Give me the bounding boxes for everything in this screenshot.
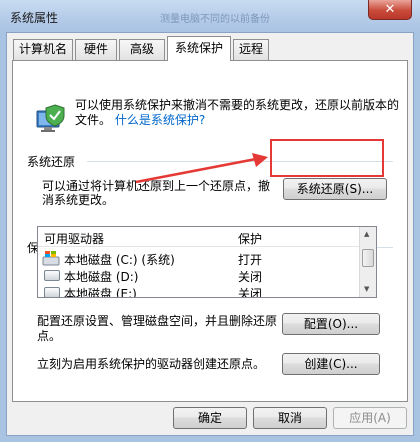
create-button[interactable]: 创建(C)... [282,353,380,375]
drive-name: 本地磁盘 (E:) [64,287,137,298]
title-bar[interactable]: 系统属性 测量电脑不同的以前备份 ✕ [0,0,420,32]
scrollbar-thumb[interactable] [362,249,374,267]
ok-button[interactable]: 确定 [173,407,247,429]
tab-remote[interactable]: 远程 [233,39,269,60]
drive-list-header: 可用驱动器 保护 [38,227,360,247]
column-header-protection[interactable]: 保护 [238,230,262,247]
drive-row[interactable]: 本地磁盘 (D:) 关闭 [38,266,360,284]
tab-system-protection[interactable]: 系统保护 [167,36,231,61]
configure-button[interactable]: 配置(O)... [282,313,380,335]
tab-computer-name[interactable]: 计算机名 [13,39,73,60]
drive-list[interactable]: 可用驱动器 保护 本地磁盘 (C:) (系统) 打开 本地磁盘 (D:) 关闭 … [37,226,377,298]
system-restore-button[interactable]: 系统还原(S)... [283,178,387,200]
column-header-drive[interactable]: 可用驱动器 [44,230,104,247]
drive-icon [44,287,60,297]
scroll-up-icon[interactable]: ▲ [364,230,369,238]
tab-hardware[interactable]: 硬件 [75,39,117,60]
drive-list-scrollbar[interactable]: ▲ ▼ [359,227,376,297]
configure-description: 配置还原设置、管理磁盘空间，并且删除还原点。 [37,314,278,343]
drive-row[interactable]: 本地磁盘 (C:) (系统) 打开 [38,249,360,267]
apply-button[interactable]: 应用(A) [333,407,407,429]
create-description: 立刻为启用系统保护的驱动器创建还原点。 [37,357,266,371]
what-is-system-protection-link[interactable]: 什么是系统保护? [115,113,205,127]
annotation-arrow-icon [135,153,268,184]
system-restore-heading: 系统还原 [27,155,76,169]
window-title: 系统属性 [10,11,59,25]
scroll-down-icon[interactable]: ▼ [364,285,369,293]
windows-drive-icon [42,251,60,266]
background-window-title: 测量电脑不同的以前备份 [160,14,270,25]
intro-text: 可以使用系统保护来撤消不需要的系统更改，还原以前版本的文件。 什么是系统保护? [75,98,405,128]
drive-row[interactable]: 本地磁盘 (E:) 关闭 [38,283,360,298]
highlight-box [270,139,384,177]
tab-advanced[interactable]: 高级 [119,39,165,60]
close-button[interactable]: ✕ [368,0,412,20]
system-protection-icon [36,104,65,132]
protection-status: 关闭 [238,287,263,298]
cancel-button[interactable]: 取消 [253,407,327,429]
drive-icon [44,270,60,281]
